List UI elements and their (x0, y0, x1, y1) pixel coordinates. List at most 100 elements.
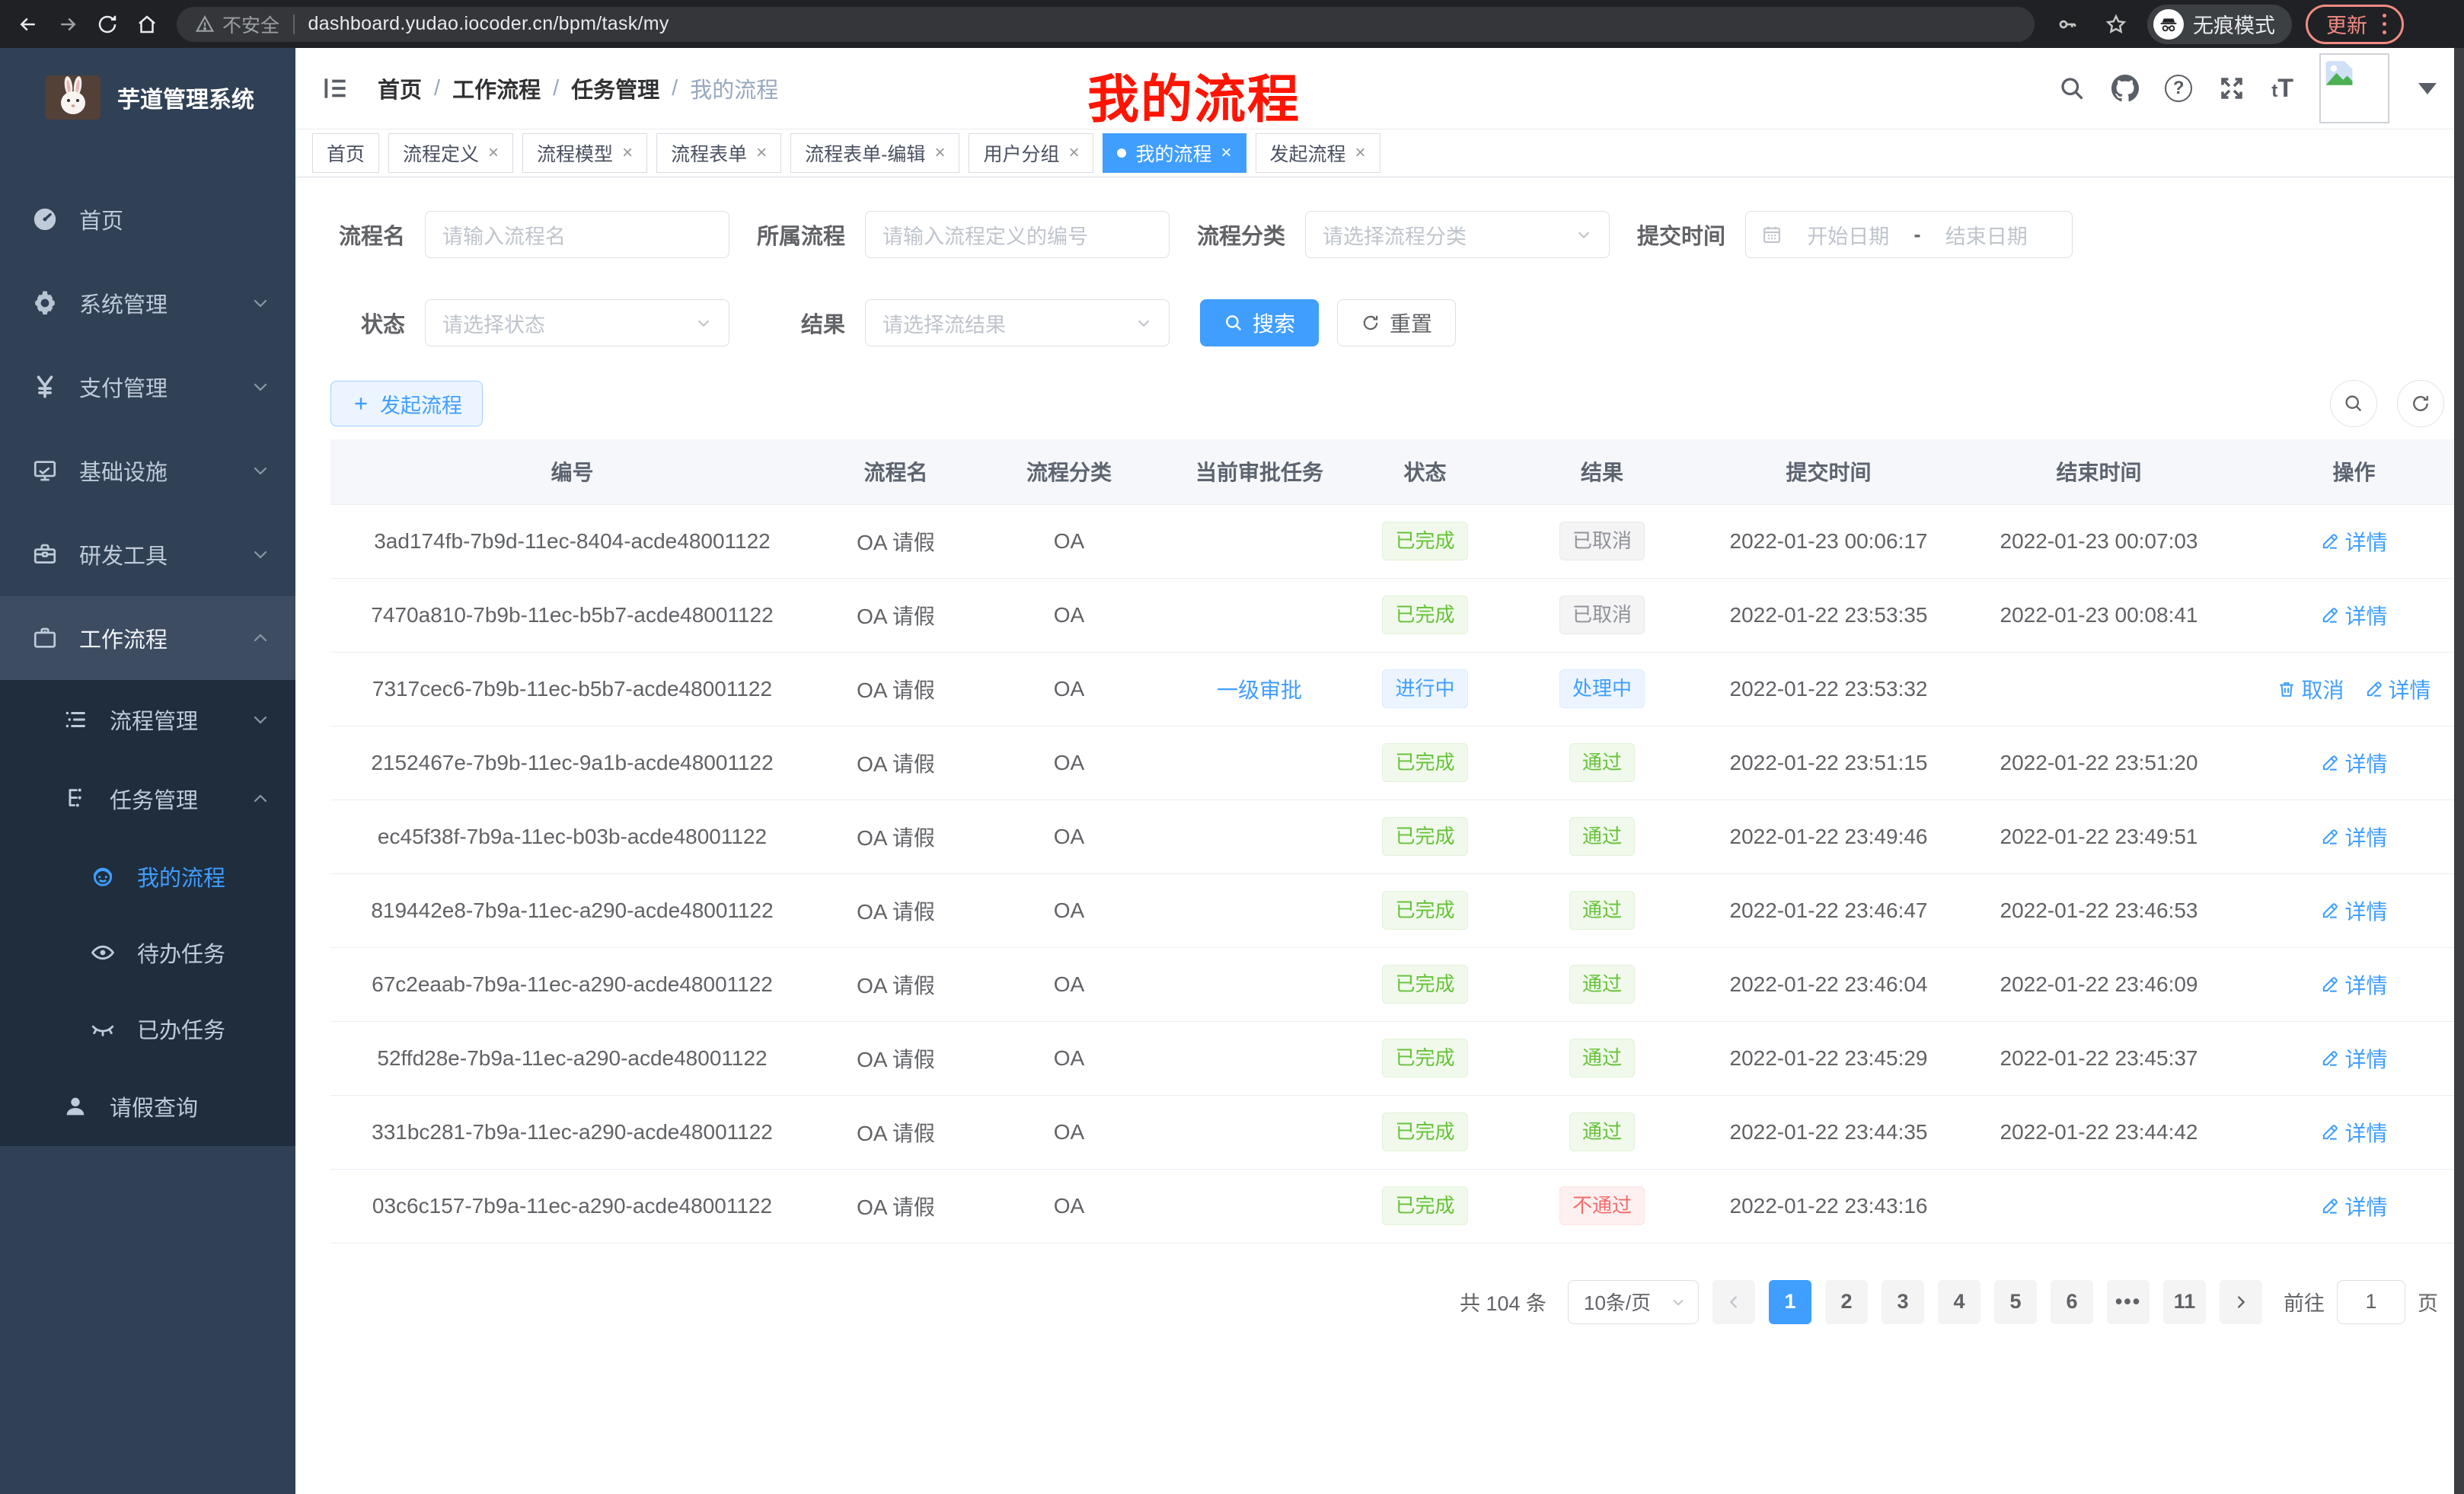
browser-forward-button[interactable] (50, 7, 85, 42)
refresh-table-button[interactable] (2397, 380, 2444, 427)
current-task-link[interactable]: 一级审批 (1217, 678, 1302, 702)
sidebar-item-0[interactable]: 首页 (0, 177, 295, 261)
breadcrumb-home[interactable]: 首页 (378, 72, 422, 104)
detail-action[interactable]: 详情 (2320, 1191, 2387, 1221)
browser-home-button[interactable] (129, 7, 164, 42)
cancel-action[interactable]: 取消 (2277, 674, 2344, 704)
briefcase-icon (30, 625, 59, 651)
sidebar-item-2[interactable]: 支付管理 (0, 345, 295, 429)
tab-4[interactable]: 流程表单-编辑× (790, 133, 959, 173)
close-icon[interactable]: × (1068, 144, 1079, 162)
sidebar-item-8[interactable]: 我的流程 (0, 838, 295, 915)
start-date-placeholder[interactable]: 开始日期 (1807, 220, 1889, 250)
page-button-2[interactable]: 2 (1825, 1280, 1868, 1324)
close-icon[interactable]: × (488, 144, 499, 162)
sidebar-item-5[interactable]: 工作流程 (0, 596, 295, 680)
security-warning[interactable]: 不安全 (195, 11, 279, 38)
detail-action[interactable]: 详情 (2320, 969, 2387, 1000)
sidebar-collapse-button[interactable] (321, 74, 350, 103)
breadcrumb-current: 我的流程 (690, 72, 778, 104)
detail-action[interactable]: 详情 (2320, 1043, 2387, 1074)
process-name-input[interactable]: 请输入流程名 (425, 211, 729, 258)
submit-time: 2022-01-22 23:53:35 (1712, 578, 1945, 652)
tab-5[interactable]: 用户分组× (969, 133, 1093, 173)
browser-scrollbar[interactable] (2454, 48, 2464, 1494)
page-jump-input[interactable] (2337, 1280, 2405, 1324)
breadcrumb-separator: / (553, 76, 559, 101)
sidebar-item-1[interactable]: 系统管理 (0, 261, 295, 345)
sidebar-item-9[interactable]: 待办任务 (0, 915, 295, 991)
browser-update-button[interactable]: 更新 (2306, 5, 2404, 44)
sidebar-item-3[interactable]: 基础设施 (0, 429, 295, 512)
page-button-1[interactable]: 1 (1769, 1280, 1811, 1324)
detail-action[interactable]: 详情 (2320, 600, 2387, 630)
sidebar-item-4[interactable]: 研发工具 (0, 512, 295, 596)
browser-back-button[interactable] (11, 7, 46, 42)
tab-0[interactable]: 首页 (312, 133, 379, 173)
process-category-select[interactable]: 请选择流程分类 (1305, 211, 1610, 258)
reset-button[interactable]: 重置 (1337, 299, 1456, 346)
result-badge-cell: 通过 (1492, 1021, 1712, 1095)
github-link-button[interactable] (2111, 75, 2139, 102)
main-area: 我的流程 首页 / 工作流程 / 任务管理 / 我的流程 (295, 48, 2464, 1494)
url-text[interactable]: dashboard.yudao.iocoder.cn/bpm/task/my (308, 13, 669, 35)
process-definition-input[interactable]: 请输入流程定义的编号 (865, 211, 1170, 258)
status-select[interactable]: 请选择状态 (425, 299, 729, 346)
header-search-button[interactable] (2058, 75, 2086, 102)
close-icon[interactable]: × (1355, 144, 1366, 162)
process-name: OA 请假 (814, 947, 978, 1021)
detail-action[interactable]: 详情 (2364, 674, 2431, 704)
prev-page-button[interactable] (1712, 1280, 1755, 1324)
sidebar-item-6[interactable]: 流程管理 (0, 680, 295, 759)
sidebar-item-11[interactable]: 请假查询 (0, 1067, 295, 1146)
page-button-3[interactable]: 3 (1882, 1280, 1924, 1324)
close-icon[interactable]: × (756, 144, 767, 162)
bookmark-star-button[interactable] (2099, 7, 2134, 42)
page-size-select[interactable]: 10条/页 (1568, 1280, 1699, 1324)
status-badge: 已完成 (1382, 1113, 1467, 1152)
sidebar-item-7[interactable]: 任务管理 (0, 759, 295, 838)
detail-action[interactable]: 详情 (2320, 526, 2387, 557)
detail-action[interactable]: 详情 (2320, 1117, 2387, 1148)
page-button-4[interactable]: 4 (1938, 1280, 1980, 1324)
breadcrumb-task[interactable]: 任务管理 (571, 72, 659, 104)
submit-time-range-picker[interactable]: 开始日期 - 结束日期 (1745, 211, 2073, 258)
detail-action[interactable]: 详情 (2320, 748, 2387, 778)
password-key-button[interactable] (2050, 7, 2085, 42)
tab-3[interactable]: 流程表单× (656, 133, 781, 173)
logo-row[interactable]: 芋道管理系统 (0, 48, 295, 147)
start-process-button[interactable]: 发起流程 (330, 381, 483, 426)
tab-7[interactable]: 发起流程× (1256, 133, 1380, 173)
toggle-search-button[interactable] (2330, 380, 2377, 427)
detail-action[interactable]: 详情 (2320, 895, 2387, 926)
avatar-dropdown-icon[interactable] (2418, 83, 2437, 94)
tab-1[interactable]: 流程定义× (388, 133, 513, 173)
chevron-down-icon (251, 378, 270, 396)
close-icon[interactable]: × (622, 144, 633, 162)
end-date-placeholder[interactable]: 结束日期 (1945, 220, 2028, 250)
search-button[interactable]: 搜索 (1200, 299, 1319, 346)
page-button-5[interactable]: 5 (1994, 1280, 2037, 1324)
tab-2[interactable]: 流程模型× (522, 133, 647, 173)
tab-6[interactable]: 我的流程× (1103, 133, 1246, 173)
result-badge: 不通过 (1559, 1186, 1645, 1226)
breadcrumb-workflow[interactable]: 工作流程 (452, 72, 541, 104)
incognito-badge[interactable]: 无痕模式 (2147, 5, 2292, 44)
address-bar[interactable]: 不安全 dashboard.yudao.iocoder.cn/bpm/task/… (177, 7, 2035, 42)
close-icon[interactable]: × (934, 144, 945, 162)
close-icon[interactable]: × (1221, 144, 1232, 162)
sidebar-item-10[interactable]: 已办任务 (0, 991, 295, 1067)
detail-action[interactable]: 详情 (2320, 822, 2387, 852)
page-button-11[interactable]: 11 (2163, 1280, 2206, 1324)
avatar[interactable] (2319, 53, 2389, 123)
help-button[interactable]: ? (2165, 75, 2192, 102)
browser-menu-icon[interactable] (2379, 11, 2389, 37)
next-page-button[interactable] (2220, 1280, 2262, 1324)
chevron-down-icon (1671, 1294, 1686, 1310)
page-button-6[interactable]: 6 (2051, 1280, 2093, 1324)
fullscreen-button[interactable] (2218, 75, 2245, 102)
result-select[interactable]: 请选择流结果 (865, 299, 1170, 346)
font-size-button[interactable]: tT (2271, 75, 2293, 101)
browser-reload-button[interactable] (90, 7, 125, 42)
more-pages-button[interactable]: ••• (2107, 1280, 2150, 1324)
